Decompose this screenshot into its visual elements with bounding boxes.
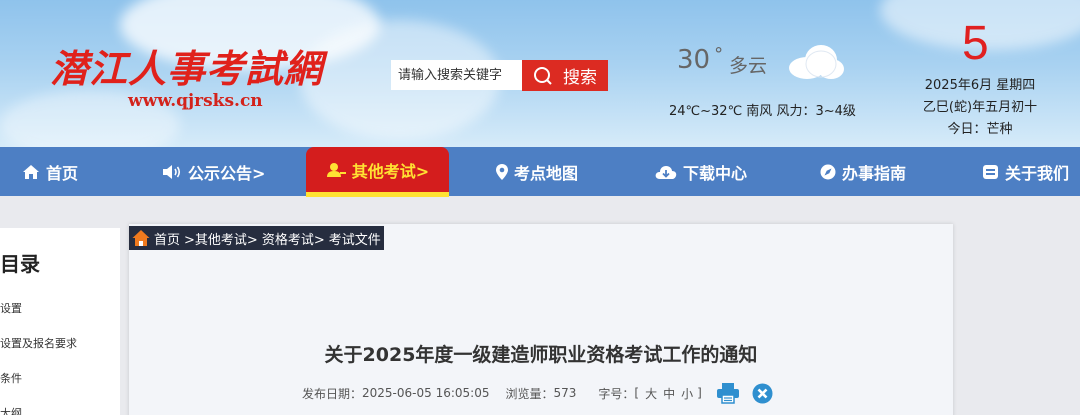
search-button[interactable]: 搜索 (522, 60, 608, 91)
font-size-bracket-open: [ (634, 386, 640, 400)
article-meta: 发布日期： 2025-06-05 16:05:05 浏览量： 573 字号： [… (302, 382, 773, 404)
temperature-value: 30 (677, 45, 711, 75)
toc-link[interactable]: 大纲 (0, 405, 22, 415)
site-logo[interactable]: 潜江人事考試網 (50, 38, 323, 93)
views-label: 浏览量： (505, 386, 554, 401)
main-nav: 首页 公示公告> 其他考试> 考点地图 下载中心 办事指南 关于我们 (0, 147, 1080, 197)
info-icon (983, 164, 998, 179)
font-size-large[interactable]: 大 (645, 385, 657, 402)
breadcrumb-qualification-exams[interactable]: 资格考试> (262, 229, 325, 248)
date-lunar: 乙巳(蛇)年五月初十 (922, 100, 1038, 115)
font-size-bracket-close: ] (697, 386, 702, 400)
weather-detail: 24℃~32℃ 南风 风力：3~4级 (669, 104, 856, 119)
search-icon (534, 66, 552, 85)
nav-item-label: 其他考试> (351, 161, 430, 181)
date-gregorian: 2025年6月 星期四 (924, 78, 1036, 93)
toc-title: 目录 (0, 252, 40, 276)
breadcrumb: 首页 >其他考试> 资格考试> 考试文件 (129, 226, 384, 250)
cloud-weather-icon (789, 45, 844, 79)
breadcrumb-exam-files[interactable]: 考试文件 (329, 229, 381, 248)
compass-icon (820, 164, 836, 179)
site-header: 潜江人事考試網 www.qjrsks.cn 搜索 30° 多云 24℃~32℃ … (0, 0, 1080, 147)
search-button-label: 搜索 (563, 68, 597, 88)
nav-item-label: 首页 (46, 163, 79, 183)
font-size-label: 字号： (598, 386, 635, 401)
breadcrumb-other-exams[interactable]: >其他考试> (184, 229, 258, 248)
toc-link[interactable]: 条件 (0, 370, 22, 386)
degree-symbol: ° (714, 44, 724, 65)
speaker-icon (163, 164, 181, 179)
nav-item-label: 公示公告> (188, 163, 266, 183)
date-solar-term: 今日：芒种 (947, 122, 1013, 137)
views-value: 573 (553, 386, 577, 400)
nav-item-guide[interactable]: 办事指南 (820, 147, 906, 196)
weather-temperature: 30 ° (677, 44, 723, 75)
nav-item-label: 考点地图 (514, 163, 579, 183)
publish-date-value: 2025-06-05 16:05:05 (362, 386, 490, 400)
nav-item-about[interactable]: 关于我们 (982, 147, 1069, 196)
publish-date-label: 发布日期： (302, 386, 363, 401)
toc-link[interactable]: 设置及报名要求 (0, 335, 77, 351)
weather-condition: 多云 (729, 55, 768, 77)
cloud-download-icon (655, 165, 677, 179)
close-icon[interactable] (752, 383, 773, 404)
article-panel: 首页 >其他考试> 资格考试> 考试文件 关于2025年度一级建造师职业资格考试工作… (129, 224, 953, 415)
nav-item-exam-map[interactable]: 考点地图 (496, 147, 578, 196)
user-icon (326, 162, 346, 177)
toc-sidebar: 目录 设置 设置及报名要求 条件 大纲 (0, 228, 120, 415)
site-url: www.qjrsks.cn (128, 91, 263, 111)
nav-item-announcements[interactable]: 公示公告> (162, 147, 265, 196)
date-day-number: 5 (962, 17, 989, 70)
home-icon (23, 164, 39, 179)
font-size-small[interactable]: 小 (681, 385, 693, 402)
nav-item-home[interactable]: 首页 (22, 147, 78, 196)
search-input[interactable] (391, 60, 523, 90)
breadcrumb-home[interactable]: 首页 (154, 229, 180, 248)
toc-link[interactable]: 设置 (0, 300, 22, 316)
nav-item-label: 关于我们 (1005, 163, 1070, 183)
home-icon[interactable] (132, 229, 150, 247)
nav-item-label: 下载中心 (683, 163, 748, 183)
print-icon[interactable] (716, 382, 740, 404)
location-icon (496, 163, 508, 180)
article-title: 关于2025年度一级建造师职业资格考试工作的通知 (324, 344, 758, 366)
nav-item-other-exams[interactable]: 其他考试> (306, 147, 449, 197)
font-size-medium[interactable]: 中 (663, 385, 675, 402)
nav-item-label: 办事指南 (842, 163, 907, 183)
nav-item-downloads[interactable]: 下载中心 (655, 147, 747, 196)
